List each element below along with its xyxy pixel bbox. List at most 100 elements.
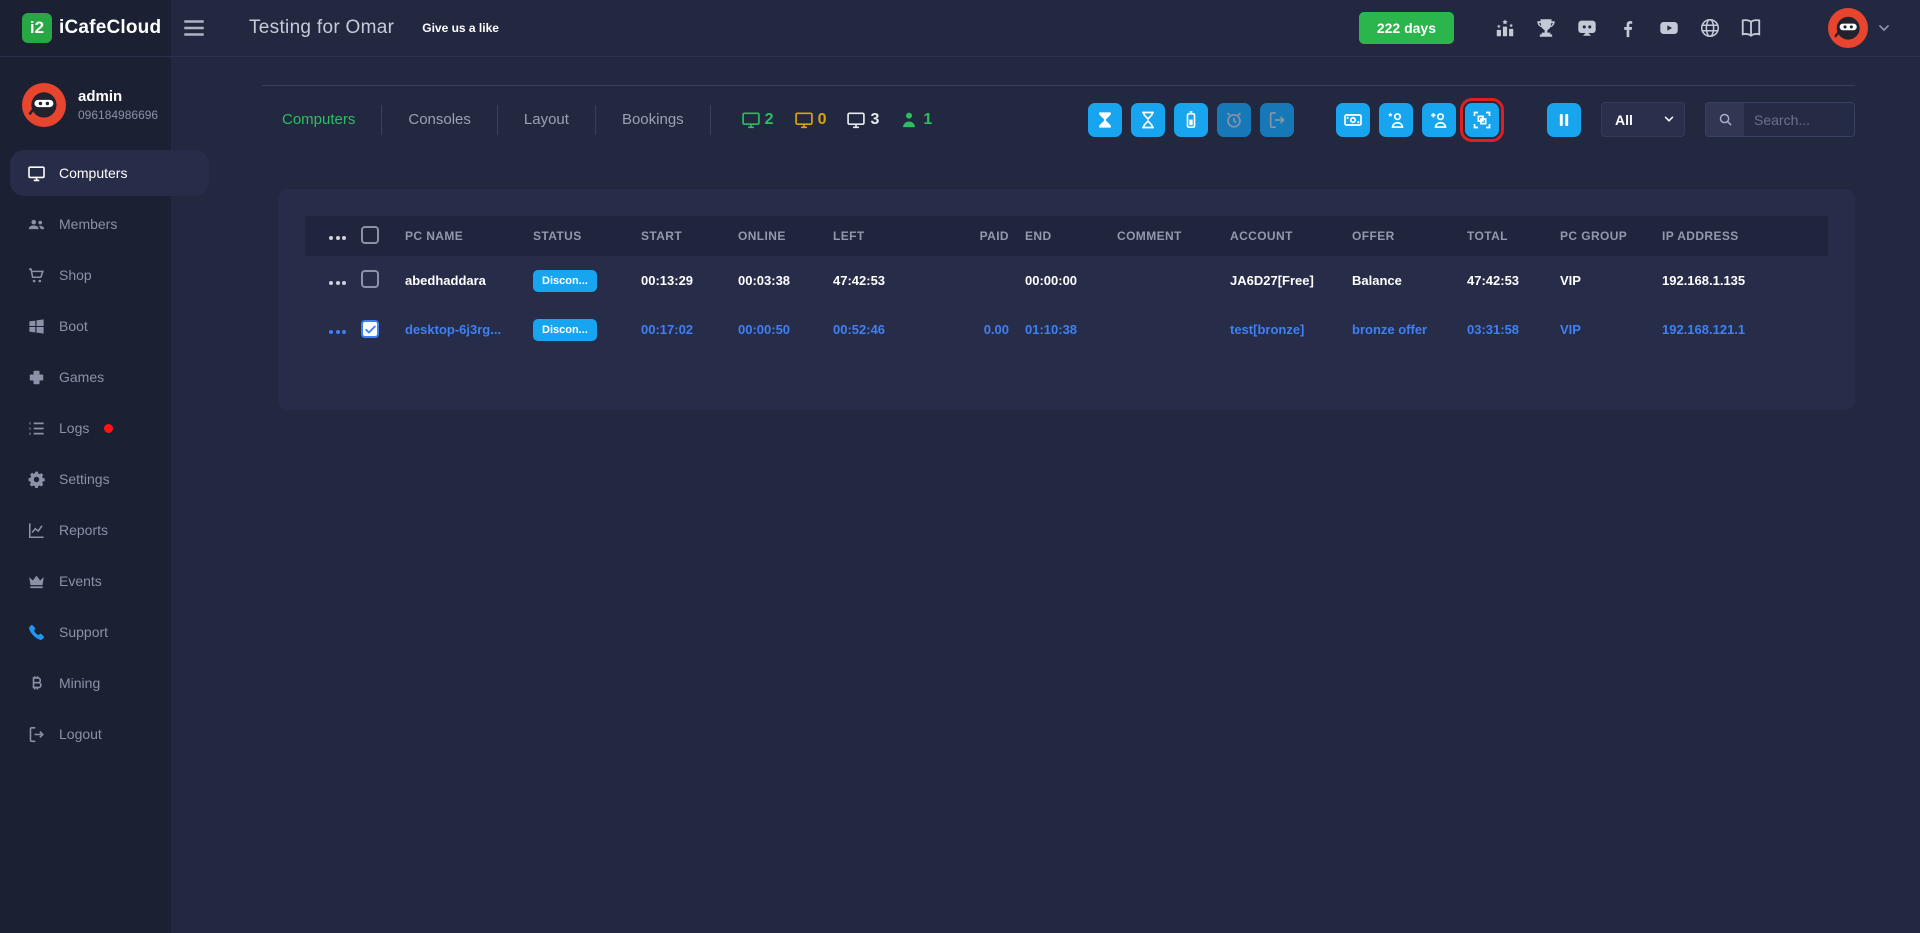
column-header-offer[interactable]: OFFER [1352, 216, 1467, 256]
column-header-start[interactable]: START [641, 216, 738, 256]
monitor-icon [846, 110, 866, 130]
tab-bookings[interactable]: Bookings [620, 105, 686, 134]
status-badge[interactable]: Discon... [533, 270, 597, 292]
hamburger-menu-icon[interactable] [181, 15, 207, 41]
chevron-down-icon[interactable] [1876, 20, 1892, 36]
sidebar-user-card: admin 096184986696 [0, 71, 171, 145]
exit-button[interactable] [1260, 103, 1294, 137]
unread-dot [104, 424, 113, 433]
facebook-icon[interactable] [1617, 17, 1639, 39]
sidebar-item-computers[interactable]: Computers [10, 150, 209, 196]
search-input[interactable] [1744, 103, 1854, 136]
give-us-a-like-link[interactable]: Give us a like [422, 21, 499, 35]
sidebar-item-boot[interactable]: Boot [10, 303, 161, 349]
sidebar-item-logout[interactable]: Logout [10, 711, 161, 757]
tab-layout[interactable]: Layout [522, 105, 571, 134]
logo[interactable]: i2 iCafeCloud [0, 0, 171, 56]
cell-pc-name[interactable]: abedhaddara [405, 256, 533, 305]
tab-computers[interactable]: Computers [280, 105, 357, 134]
sidebar-item-label: Settings [59, 471, 110, 487]
tab-consoles[interactable]: Consoles [406, 105, 473, 134]
cell-online: 00:00:50 [738, 305, 833, 354]
tabs: Computers Consoles Layout Bookings [280, 105, 735, 135]
header-checkbox-cell [361, 216, 405, 256]
crown-icon [27, 572, 46, 591]
pause-button[interactable] [1547, 103, 1581, 137]
sidebar-item-events[interactable]: Events [10, 558, 161, 604]
cash-button[interactable] [1336, 103, 1370, 137]
sidebar-item-label: Shop [59, 267, 92, 283]
sidebar-item-label: Mining [59, 675, 100, 691]
sidebar-item-mining[interactable]: Mining [10, 660, 161, 706]
column-header-pc-group[interactable]: PC GROUP [1560, 216, 1662, 256]
discord-icon[interactable] [1576, 17, 1598, 39]
column-header-paid[interactable]: PAID [963, 216, 1025, 256]
globe-icon[interactable] [1699, 17, 1721, 39]
book-icon[interactable] [1740, 17, 1762, 39]
sidebar-item-games[interactable]: Games [10, 354, 161, 400]
row-menu-icon[interactable] [329, 281, 346, 285]
hourglass-icon [1138, 110, 1158, 130]
hourglass-filled-button[interactable] [1088, 103, 1122, 137]
select-all-checkbox[interactable] [361, 226, 379, 244]
user-star-button[interactable] [1379, 103, 1413, 137]
row-menu-icon[interactable] [329, 236, 346, 240]
column-header-comment[interactable]: COMMENT [1117, 216, 1230, 256]
pc-group-filter-select[interactable]: All [1601, 102, 1685, 137]
sidebar-item-reports[interactable]: Reports [10, 507, 161, 553]
user-plus-icon [1429, 110, 1449, 130]
row-checkbox[interactable] [361, 270, 379, 288]
sidebar-item-logs[interactable]: Logs [10, 405, 161, 451]
avatar[interactable] [1828, 8, 1868, 48]
battery-button[interactable] [1174, 103, 1208, 137]
cafe-title: Testing for Omar [249, 17, 394, 39]
cash-icon [1343, 110, 1363, 130]
table-row: desktop-6j3rg...Discon...00:17:0200:00:5… [305, 305, 1828, 354]
column-header-online[interactable]: ONLINE [738, 216, 833, 256]
column-header-ip-address[interactable]: IP ADDRESS [1662, 216, 1828, 256]
sidebar-item-label: Logs [59, 420, 89, 436]
cell-end: 00:00:00 [1025, 256, 1117, 305]
phone-icon [27, 623, 46, 642]
ranking-icon[interactable] [1494, 17, 1516, 39]
row-menu-icon[interactable] [329, 330, 346, 334]
cell-end: 01:10:38 [1025, 305, 1117, 354]
topbar-main: Testing for Omar Give us a like 222 days [171, 0, 1920, 56]
column-header-total[interactable]: TOTAL [1467, 216, 1560, 256]
sidebar-item-members[interactable]: Members [10, 201, 161, 247]
counter-0: 2 [741, 110, 774, 130]
cell-total: 03:31:58 [1467, 305, 1560, 354]
youtube-icon[interactable] [1658, 17, 1680, 39]
trophy-icon[interactable] [1535, 17, 1557, 39]
column-header-pc-name[interactable]: PC NAME [405, 216, 533, 256]
cell-pc-name[interactable]: desktop-6j3rg... [405, 305, 533, 354]
row-checkbox-cell [361, 305, 405, 354]
user-plus-button[interactable] [1422, 103, 1456, 137]
search-icon-cell[interactable] [1706, 103, 1744, 136]
windows-icon [27, 317, 46, 336]
list-icon [27, 419, 46, 438]
days-remaining-button[interactable]: 222 days [1359, 12, 1454, 44]
monitor-icon [794, 110, 814, 130]
alarm-button[interactable] [1217, 103, 1251, 137]
sidebar-item-settings[interactable]: Settings [10, 456, 161, 502]
row-checkbox[interactable] [361, 320, 379, 338]
column-header-left[interactable]: LEFT [833, 216, 963, 256]
bitcoin-icon [27, 674, 46, 693]
status-badge[interactable]: Discon... [533, 319, 597, 341]
column-header-status[interactable]: STATUS [533, 216, 641, 256]
cell-status: Discon... [533, 305, 641, 354]
sidebar-item-shop[interactable]: Shop [10, 252, 161, 298]
column-header-account[interactable]: ACCOUNT [1230, 216, 1352, 256]
column-header-end[interactable]: END [1025, 216, 1117, 256]
cell-left: 00:52:46 [833, 305, 963, 354]
pause-icon [1554, 110, 1574, 130]
cell-pc-group: VIP [1560, 305, 1662, 354]
screenshot-button[interactable] [1465, 103, 1499, 137]
topbar-icon-row [1494, 17, 1762, 39]
cell-start: 00:13:29 [641, 256, 738, 305]
hourglass-button[interactable] [1131, 103, 1165, 137]
cell-left: 47:42:53 [833, 256, 963, 305]
row-menu-cell [305, 305, 361, 354]
sidebar-item-support[interactable]: Support [10, 609, 161, 655]
